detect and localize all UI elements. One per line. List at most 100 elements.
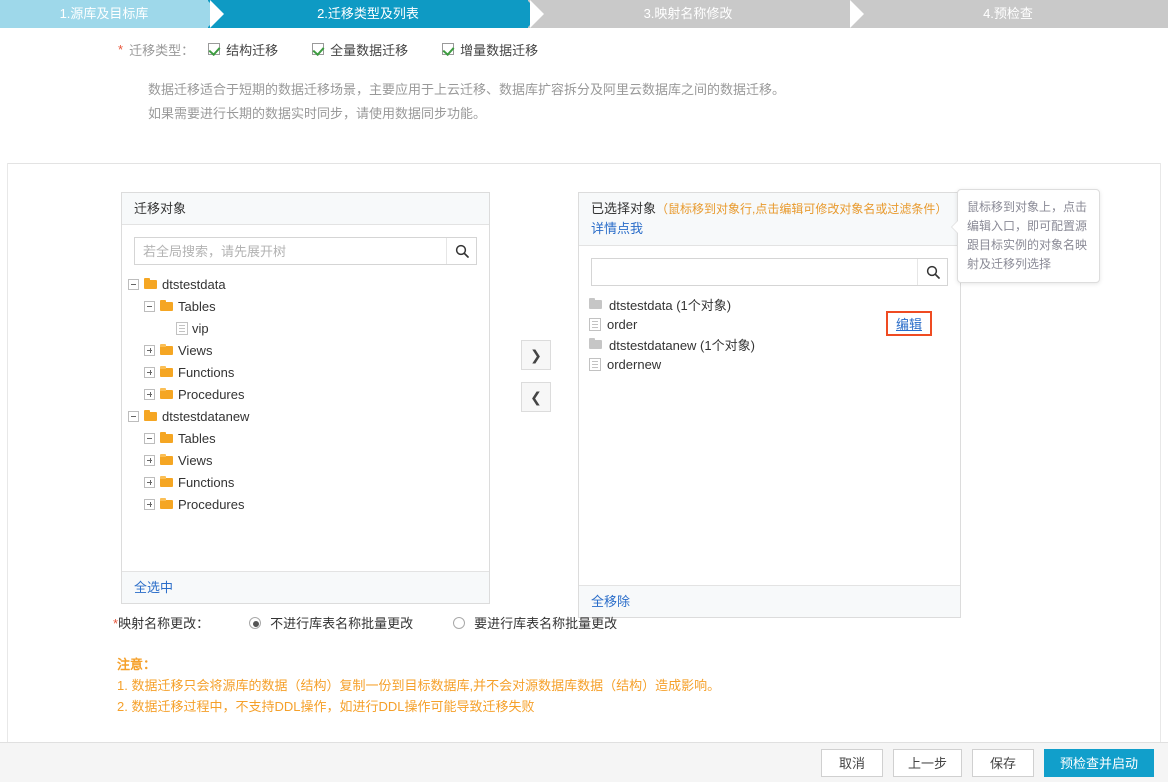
file-icon [589,357,601,371]
right-search-wrap [591,258,948,286]
folder-icon [160,366,174,378]
expand-icon[interactable] [144,476,155,488]
checkbox-checked-icon[interactable] [208,43,221,55]
folder-open-icon [160,300,174,312]
precheck-and-start-button[interactable]: 预检查并启动 [1044,748,1154,777]
section-divider [8,163,1160,164]
selected-object-row[interactable]: dtstestdatanew (1个对象) [589,334,960,354]
checkbox-structure-migration[interactable]: 结构迁移 [208,40,278,59]
tree-node[interactable]: dtstestdatanew [128,405,489,427]
move-left-button[interactable]: ❮ [521,382,551,412]
expand-icon[interactable] [144,366,155,378]
description-line-1: 数据迁移适合于短期的数据迁移场景，主要应用于上云迁移、数据库扩容拆分及阿里云数据… [148,82,786,97]
chevron-right-icon: ❯ [530,346,542,363]
edit-link[interactable]: 编辑 [896,317,922,332]
radio-do-batch-rename[interactable]: 要进行库表名称批量更改 [453,613,617,632]
left-panel-title: 迁移对象 [122,193,489,225]
transfer-buttons: ❯ ❮ [521,340,551,424]
collapse-icon[interactable] [144,300,155,312]
collapse-icon[interactable] [128,278,139,290]
step-item-2[interactable]: 2.迁移类型及列表 [208,0,544,28]
expand-icon[interactable] [144,344,155,356]
right-search-input[interactable] [591,258,948,286]
checkbox-label: 全量数据迁移 [330,42,409,58]
tree-node-label: Views [178,452,213,468]
selected-object-row[interactable]: ordernew [589,354,960,374]
checkbox-checked-icon[interactable] [312,43,325,55]
radio-no-batch-rename[interactable]: 不进行库表名称批量更改 [249,613,413,632]
move-right-button[interactable]: ❯ [521,340,551,370]
checkbox-label: 结构迁移 [226,42,279,58]
tree-node[interactable]: Tables [128,427,489,449]
tree-node[interactable]: Tables [128,295,489,317]
collapse-icon[interactable] [144,432,155,444]
folder-open-icon [160,432,174,444]
selected-object-label: ordernew [607,356,662,372]
right-panel-title-note: （鼠标移到对象行,点击编辑可修改对象名或过滤条件） [656,202,948,216]
left-panel-footer: 全选中 [122,571,489,603]
radio-selected-icon[interactable] [249,616,262,629]
migration-type-form: * 迁移类型： 结构迁移 全量数据迁移 增量数据迁移 数据迁移适合于短期的数据迁… [8,36,1160,126]
search-icon[interactable] [917,259,947,285]
checkbox-label: 增量数据迁移 [460,42,539,58]
folder-icon [160,344,174,356]
previous-step-button[interactable]: 上一步 [892,748,962,777]
step-item-3[interactable]: 3.映射名称修改 [528,0,864,28]
tree-node[interactable]: Functions [128,361,489,383]
folder-icon [160,498,174,510]
save-button[interactable]: 保存 [972,748,1034,777]
cancel-button[interactable]: 取消 [820,748,883,777]
tree-node[interactable]: vip [128,317,489,339]
remove-all-link[interactable]: 全移除 [591,594,630,609]
selected-object-row[interactable]: order 编辑 [589,311,960,336]
notice-title: 注意： [117,657,157,672]
checkbox-incremental-data-migration[interactable]: 增量数据迁移 [442,40,538,59]
step-item-1[interactable]: 1.源库及目标库 [0,0,224,28]
checkbox-full-data-migration[interactable]: 全量数据迁移 [312,40,408,59]
migration-type-row: * 迁移类型： 结构迁移 全量数据迁移 增量数据迁移 [8,36,1160,62]
step-item-4[interactable]: 4.预检查 [848,0,1168,28]
tree-node-label: Procedures [178,496,245,512]
tree-node-label: dtstestdatanew [162,408,250,424]
collapse-icon[interactable] [128,410,139,422]
tree-node[interactable]: Views [128,339,489,361]
expand-icon[interactable] [144,454,155,466]
footer-action-bar: 取消 上一步 保存 预检查并启动 [0,742,1168,782]
content-right-border [1160,163,1161,743]
folder-icon [160,476,174,488]
tree-node-label: Functions [178,474,235,490]
selected-objects-panel: 已选择对象（鼠标移到对象行,点击编辑可修改对象名或过滤条件） 详情点我 dtste… [578,192,961,618]
search-icon[interactable] [446,238,476,264]
tree-node-label: dtstestdata [162,276,226,292]
left-search-wrap [134,237,477,265]
select-all-link[interactable]: 全选中 [134,580,173,595]
page-root: 1.源库及目标库 2.迁移类型及列表 3.映射名称修改 4.预检查 * 迁移类型… [0,0,1168,782]
folder-grey-icon [589,338,603,350]
notice-line-2: 2. 数据迁移过程中，不支持DDL操作，如进行DDL操作可能导致迁移失败 [117,699,535,714]
tree-node[interactable]: Procedures [128,383,489,405]
step-progress-bar: 1.源库及目标库 2.迁移类型及列表 3.映射名称修改 4.预检查 [0,0,1168,28]
notice-line-1: 1. 数据迁移只会将源库的数据（结构）复制一份到目标数据库,并不会对源数据库数据… [117,678,721,693]
step-label-2: 2.迁移类型及列表 [317,6,419,21]
tree-node[interactable]: dtstestdata [128,273,489,295]
tooltip-text: 鼠标移到对象上，点击编辑入口，即可配置源跟目标实例的对象名映射及迁移列选择 [967,200,1088,271]
expand-icon[interactable] [144,498,155,510]
tree-node[interactable]: Views [128,449,489,471]
radio-unselected-icon[interactable] [453,616,466,629]
mapping-name-change-row: *映射名称更改： 不进行库表名称批量更改 要进行库表名称批量更改 [113,613,617,632]
content-left-border [7,163,8,743]
checkbox-checked-icon[interactable] [442,43,455,55]
left-search-input[interactable] [134,237,477,265]
folder-open-icon [144,278,158,290]
selected-object-label: dtstestdatanew (1个对象) [609,337,755,353]
right-panel-title-text: 已选择对象 [591,201,657,216]
tree-node[interactable]: Procedures [128,493,489,515]
tree-node-label: Procedures [178,386,245,402]
expand-icon[interactable] [144,388,155,400]
step-label-4: 4.预检查 [983,6,1033,21]
right-panel-footer: 全移除 [579,585,960,617]
details-link[interactable]: 详情点我 [591,221,643,236]
step-label-3: 3.映射名称修改 [643,6,733,21]
migration-objects-panel: 迁移对象 dtstestdata Tables vip Views Functions P… [121,192,490,604]
tree-node[interactable]: Functions [128,471,489,493]
